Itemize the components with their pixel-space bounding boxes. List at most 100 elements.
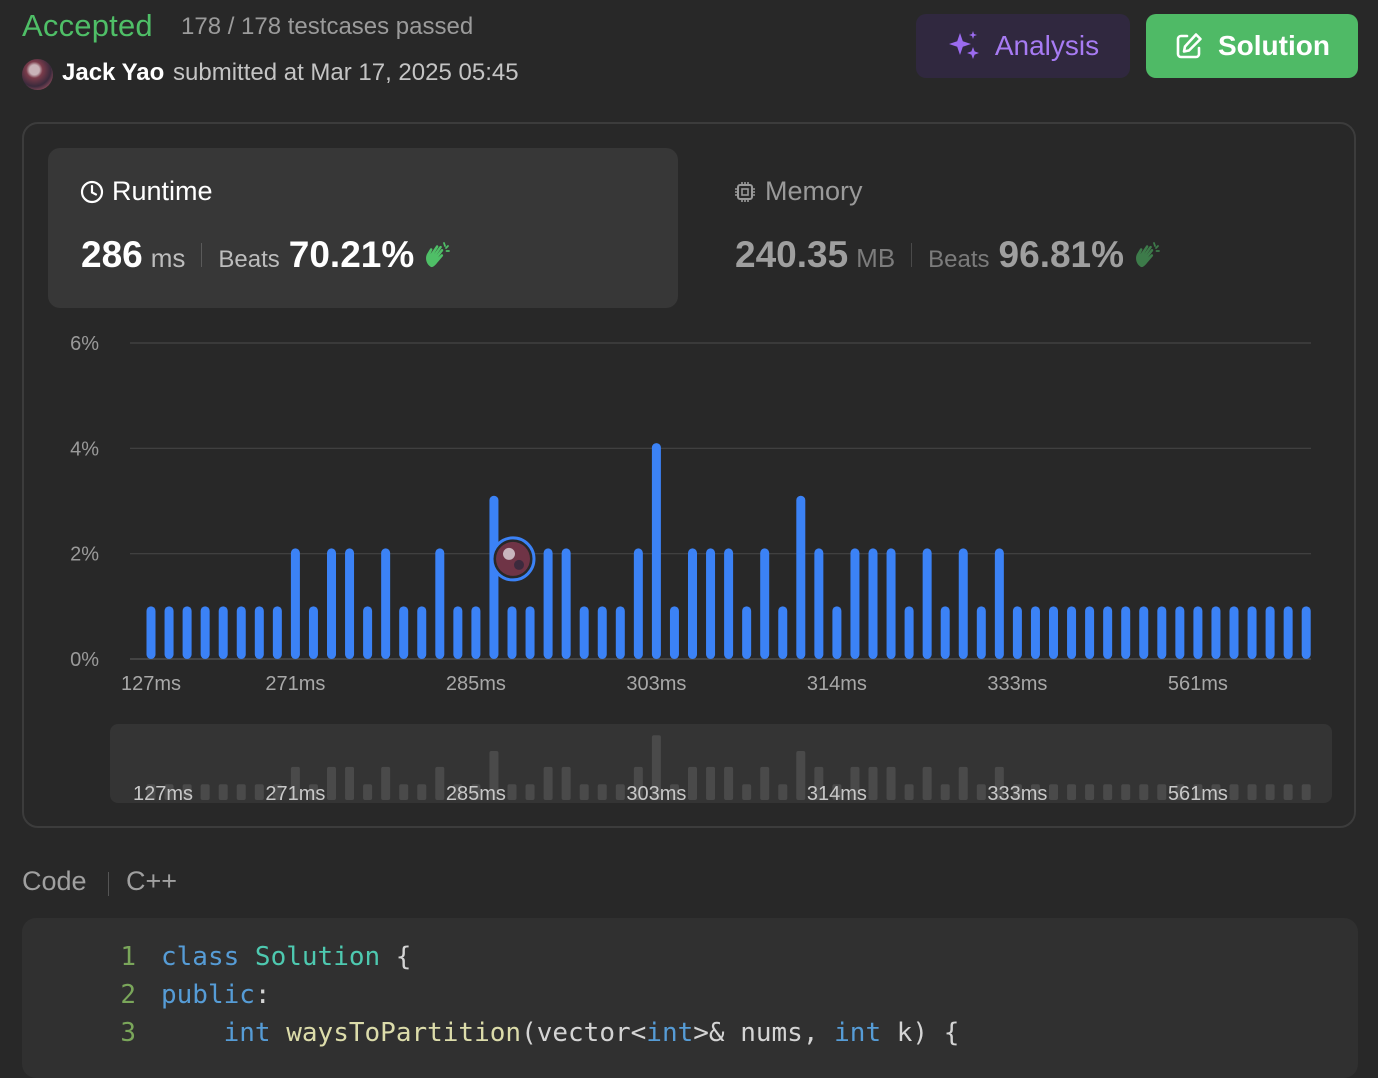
chart-bar[interactable] [146,606,156,659]
chart-bar[interactable] [814,548,824,659]
navigator-bar [1103,784,1113,800]
chart-bar[interactable] [1283,606,1293,659]
chart-bar[interactable] [1157,606,1167,659]
navigator-bar [1301,784,1311,800]
chart-bar[interactable] [1175,606,1185,659]
chart-bar[interactable] [561,548,571,659]
navigator-bar [1247,784,1257,800]
navigator-bar [363,784,373,800]
chart-bar[interactable] [435,548,445,659]
navigator-bar [345,766,355,800]
chart-bar[interactable] [778,606,788,659]
chart-bar[interactable] [200,606,210,659]
chart-bar[interactable] [236,606,246,659]
code-line[interactable]: class Solution { [161,942,411,972]
code-block[interactable]: 1 class Solution {2 public: 3 int waysToPar… [22,918,1358,1078]
x-tick-label: 285ms [446,673,506,695]
navigator-tick-label: 561ms [1168,783,1228,805]
chart-bar[interactable] [724,548,734,659]
code-tab[interactable]: Code [22,866,87,897]
chart-bar[interactable] [1030,606,1040,659]
chart-bar[interactable] [471,606,481,659]
chart-bar[interactable] [958,548,968,659]
code-line[interactable]: public: [161,980,271,1010]
chart-bar[interactable] [1229,606,1239,659]
line-number: 3 [120,1018,136,1048]
navigator-bar [399,784,409,800]
code-language: C++ [126,866,178,896]
chart-bar[interactable] [868,548,878,659]
chart-bar[interactable] [182,606,192,659]
chart-bar[interactable] [399,606,409,659]
chart-bar[interactable] [742,606,752,659]
chart-bar[interactable] [417,606,427,659]
navigator-bar [435,766,445,800]
chart-bar[interactable] [543,548,553,659]
chart-bar[interactable] [922,548,932,659]
chart-bar[interactable] [796,495,806,659]
chart-bar[interactable] [615,606,625,659]
code-line[interactable]: int waysToPartition(vector<int>& nums, i… [161,1018,960,1048]
chart-bar[interactable] [633,548,643,659]
chart-bar[interactable] [272,606,282,659]
chart-bar[interactable] [525,606,535,659]
code-token: waysToPartition [286,1018,522,1048]
navigator-bar [886,766,896,800]
navigator-bar [688,766,697,800]
chart-bar[interactable] [489,495,499,659]
code-token: int [834,1018,882,1048]
chart-bar[interactable] [1103,606,1113,659]
x-tick-label: 127ms [121,673,181,695]
chart-bar[interactable] [669,606,679,659]
code-token: { [380,942,412,972]
code-token: k) { [881,1018,960,1048]
chart-bar[interactable] [706,548,716,659]
chart-bar[interactable] [886,548,896,659]
navigator-bar [868,766,878,800]
chart-bar[interactable] [760,548,770,659]
chart-bar[interactable] [254,606,264,659]
chart-bar[interactable] [218,606,228,659]
chart-bar[interactable] [1121,606,1131,659]
chart-bar[interactable] [363,606,373,659]
chart-bar[interactable] [453,606,463,659]
navigator-bar [796,751,806,800]
chart-bar[interactable] [290,548,300,659]
chart-bar[interactable] [164,606,174,659]
chart-bar[interactable] [1067,606,1077,659]
chart-bar[interactable] [1265,606,1275,659]
chart-bar[interactable] [1193,606,1203,659]
chart-bar[interactable] [1211,606,1221,659]
chart-bar[interactable] [597,606,607,659]
chart-bar[interactable] [1085,606,1095,659]
navigator-bar [543,766,553,800]
chart-bar[interactable] [308,606,318,659]
navigator-bar [958,766,968,800]
navigator-bar [417,784,427,800]
chart-bar[interactable] [832,606,842,659]
runtime-distribution-chart[interactable]: 6% 4% 2% 0% 127ms 271ms 285ms 303ms 314ms 333ms 5… [0,0,1378,830]
chart-bar[interactable] [1012,606,1022,659]
chart-bar[interactable] [345,548,355,659]
chart-bar[interactable] [904,606,914,659]
chart-bar[interactable] [1139,606,1149,659]
chart-bar[interactable] [1247,606,1257,659]
chart-bar[interactable] [850,548,860,659]
chart-bar[interactable] [688,548,697,659]
chart-bar[interactable] [1301,606,1311,659]
chart-bar[interactable] [994,548,1004,659]
navigator-bar [327,766,336,800]
x-tick-label: 333ms [987,673,1047,695]
chart-bar[interactable] [976,606,986,659]
chart-bar[interactable] [381,548,391,659]
x-tick-label: 561ms [1168,673,1228,695]
chart-bar[interactable] [940,606,950,659]
chart-bar[interactable] [327,548,336,659]
chart-bar[interactable] [651,443,661,659]
chart-bar[interactable] [507,606,517,659]
navigator-bar [1049,784,1058,800]
chart-bar[interactable] [579,606,589,659]
chart-bar[interactable] [1049,606,1058,659]
navigator-bar [1121,784,1131,800]
